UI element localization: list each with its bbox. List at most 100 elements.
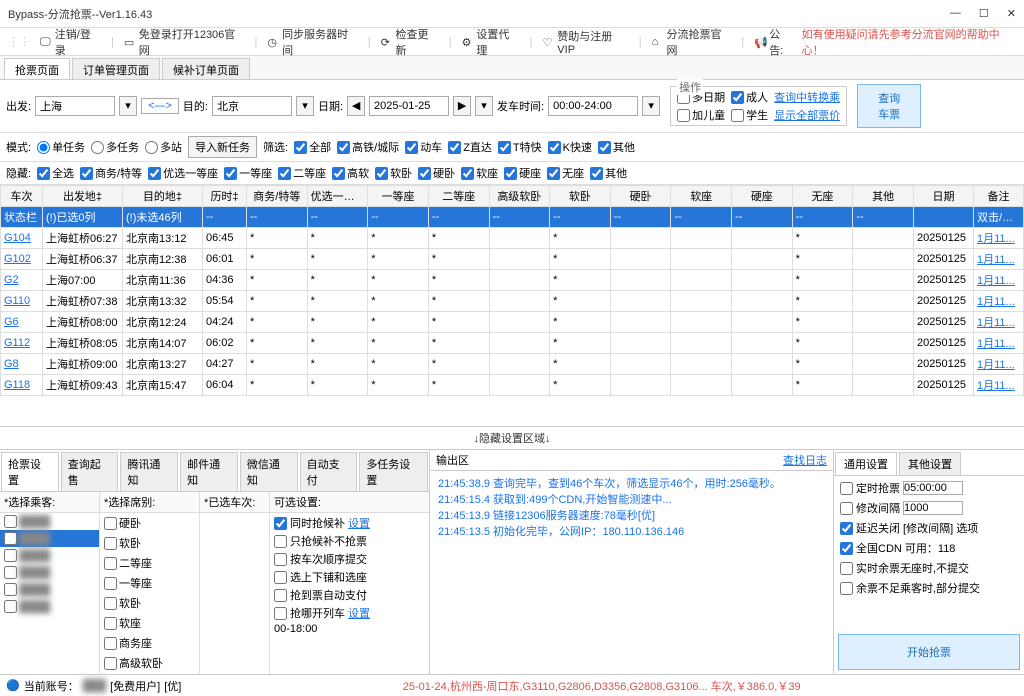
table-row[interactable]: G110上海虹桥07:38北京南13:3205:54******20250125… (1, 291, 1024, 312)
col-header[interactable]: 商务/特等 (247, 186, 308, 207)
settings-tab[interactable]: 微信通知 (240, 452, 298, 491)
status-row[interactable]: 状态栏(!)已选0列(!)未选46列 ---------------------… (1, 207, 1024, 228)
from-input[interactable] (35, 96, 115, 116)
col-header[interactable]: 目的地‡ (123, 186, 203, 207)
logout-button[interactable]: 🖵注销/登录 (36, 24, 105, 60)
timed-grab-input[interactable] (903, 481, 963, 495)
hide-softseat[interactable]: 软座 (461, 165, 498, 181)
rtab-general[interactable]: 通用设置 (835, 452, 897, 475)
view-log-link[interactable]: 查找日志 (783, 452, 827, 468)
filter-t[interactable]: T特快 (498, 139, 542, 155)
col-header[interactable]: 软卧 (550, 186, 611, 207)
rtab-other[interactable]: 其他设置 (899, 452, 961, 475)
date-calendar-button[interactable]: ▾ (475, 96, 493, 116)
opt-bunk[interactable]: 选上下铺和选座 (274, 569, 425, 585)
maximize-icon[interactable]: ☐ (979, 7, 989, 20)
seat-item[interactable]: 软卧 (100, 533, 199, 553)
settings-tab[interactable]: 抢票设置 (1, 452, 59, 491)
settings-tab[interactable]: 查询起售 (61, 452, 119, 491)
col-header[interactable]: 出发地‡ (43, 186, 123, 207)
settings-tab[interactable]: 自动支付 (300, 452, 358, 491)
sync-time-button[interactable]: ◷同步服务器时间 (263, 24, 362, 60)
seat-item[interactable]: 一等座 (100, 573, 199, 593)
hide-premfirst[interactable]: 优选一等座 (148, 165, 218, 181)
col-header[interactable]: 优选一等座 (307, 186, 368, 207)
cdn-checkbox[interactable]: 全国CDN 可用：118 (840, 540, 1018, 556)
tab-waitlist[interactable]: 候补订单页面 (162, 58, 250, 79)
hide-softsleep[interactable]: 软卧 (375, 165, 412, 181)
notice-text[interactable]: 如有使用疑问请先参考分流官网的帮助中心！ (802, 26, 1018, 58)
partial-submit-checkbox[interactable]: 余票不足乘客时,部分提交 (840, 580, 1018, 596)
tab-orders[interactable]: 订单管理页面 (72, 58, 160, 79)
opt-opentrain[interactable]: 抢哪开列车 设置 (274, 605, 425, 621)
passenger-list[interactable]: ████ ████ ████ ████ ████ ████ (0, 513, 99, 674)
filter-all[interactable]: 全部 (294, 139, 331, 155)
col-header[interactable]: 无座 (792, 186, 853, 207)
close-icon[interactable]: ✕ (1007, 7, 1016, 20)
hide-deluxesoft[interactable]: 高软 (332, 165, 369, 181)
filter-z[interactable]: Z直达 (448, 139, 492, 155)
table-row[interactable]: G112上海虹桥08:05北京南14:0706:02******20250125… (1, 333, 1024, 354)
filter-emu[interactable]: 动车 (405, 139, 442, 155)
showall-link[interactable]: 显示全部票价 (774, 107, 840, 123)
time-dropdown-button[interactable]: ▾ (642, 96, 660, 116)
delay-close-checkbox[interactable]: 延迟关闭 [修改间隔] 选项 (840, 520, 1018, 536)
output-log[interactable]: 21:45:38.9 查询完毕，查到46个车次，筛选显示46个，用时:256毫秒… (430, 471, 833, 674)
table-row[interactable]: G104上海虹桥06:27北京南13:1206:45******20250125… (1, 228, 1024, 249)
official-site-button[interactable]: ⌂分流抢票官网 (648, 24, 736, 60)
from-dropdown-button[interactable]: ▾ (119, 96, 137, 116)
hide-all[interactable]: 全选 (37, 165, 74, 181)
col-header[interactable]: 软座 (671, 186, 732, 207)
col-header[interactable]: 其他 (853, 186, 914, 207)
hide-hardseat[interactable]: 硬座 (504, 165, 541, 181)
filter-highspeed[interactable]: 高铁/城际 (337, 139, 399, 155)
mod-interval-checkbox[interactable]: 修改间隔 (840, 500, 1018, 516)
date-next-button[interactable]: ▶ (453, 96, 471, 116)
mod-interval-input[interactable] (903, 501, 963, 515)
selected-train-list[interactable] (200, 513, 269, 674)
settings-tab[interactable]: 邮件通知 (180, 452, 238, 491)
hide-second[interactable]: 二等座 (278, 165, 326, 181)
hide-hardsleep[interactable]: 硬卧 (418, 165, 455, 181)
table-row[interactable]: G118上海虹桥09:43北京南15:4706:04******20250125… (1, 375, 1024, 396)
minimize-icon[interactable]: — (950, 7, 961, 20)
child-checkbox[interactable]: 加儿童 (677, 107, 725, 123)
seat-item[interactable]: 高级软卧 (100, 653, 199, 673)
hide-business[interactable]: 商务/特等 (80, 165, 142, 181)
to-dropdown-button[interactable]: ▾ (296, 96, 314, 116)
table-row[interactable]: G6上海虹桥08:00北京南12:2404:24******202501251月… (1, 312, 1024, 333)
mode-single[interactable]: 单任务 (37, 139, 85, 155)
hide-other[interactable]: 其他 (590, 165, 627, 181)
seat-item[interactable]: 硬卧 (100, 513, 199, 533)
opt-onlywait[interactable]: 只抢候补不抢票 (274, 533, 425, 549)
col-header[interactable]: 高级软卧 (489, 186, 550, 207)
col-header[interactable]: 一等座 (368, 186, 429, 207)
table-row[interactable]: G2上海07:00北京南11:3604:36******202501251月11… (1, 270, 1024, 291)
open-12306-button[interactable]: ▭免登录打开12306官网 (120, 24, 249, 60)
query-button[interactable]: 查询 车票 (857, 84, 921, 128)
settings-tab[interactable]: 多任务设置 (359, 452, 428, 491)
col-header[interactable]: 硬座 (732, 186, 793, 207)
import-task-button[interactable]: 导入新任务 (188, 136, 257, 158)
swap-button[interactable]: <—> (141, 98, 179, 114)
seat-item[interactable]: 商务座 (100, 633, 199, 653)
collapse-settings-button[interactable]: ↓隐藏设置区域↓ (0, 427, 1024, 450)
adult-checkbox[interactable]: 成人 (731, 89, 768, 105)
student-checkbox[interactable]: 学生 (731, 107, 768, 123)
date-prev-button[interactable]: ◀ (347, 96, 365, 116)
seat-item[interactable]: 软卧 (100, 593, 199, 613)
col-header[interactable]: 历时‡ (203, 186, 247, 207)
settings-tab[interactable]: 腾讯通知 (120, 452, 178, 491)
set-proxy-button[interactable]: ⚙设置代理 (458, 24, 524, 60)
opt-timerange[interactable]: 00-18:00 (274, 623, 425, 635)
opt-autopay[interactable]: 抢到票自动支付 (274, 587, 425, 603)
seat-list[interactable]: 硬卧软卧二等座一等座软卧软座商务座高级软卧优选一等座 (100, 513, 199, 674)
seat-item[interactable]: 优选一等座 (100, 673, 199, 674)
seat-item[interactable]: 二等座 (100, 553, 199, 573)
opt-order[interactable]: 按车次顺序提交 (274, 551, 425, 567)
mode-multistation[interactable]: 多站 (145, 139, 182, 155)
time-input[interactable] (548, 96, 638, 116)
realtime-noseat-checkbox[interactable]: 实时余票无座时,不提交 (840, 560, 1018, 576)
hide-noseat[interactable]: 无座 (547, 165, 584, 181)
col-header[interactable]: 二等座 (428, 186, 489, 207)
